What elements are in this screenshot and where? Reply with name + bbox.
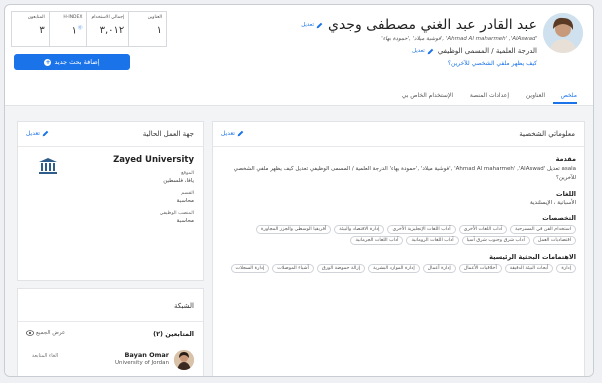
tab-my-usage[interactable]: الإستخدام الخاص بي [402, 92, 453, 99]
department-field: القسم محاسبة [27, 191, 194, 204]
name-row: عبد القادر عبد الغني مصطفى وجدي تعديل [301, 17, 537, 33]
card-title: الشبكة [173, 302, 194, 310]
degree-title: الدرجة العلمية / المسمى الوظيفي [437, 47, 537, 55]
interest-chip[interactable]: إدارة الموارد البشرية [368, 264, 420, 273]
specializations-title: التخصصات [542, 214, 576, 222]
eye-icon [26, 330, 34, 336]
followers-label: المتابعين (٢) [153, 330, 194, 338]
edit-workplace-link[interactable]: تعديل [26, 130, 49, 137]
intro-title: مقدمة [555, 155, 576, 163]
stat-h-index: H-INDEX ⓪١ [48, 12, 87, 46]
stat-followers: المتابعون ٣ [12, 12, 49, 46]
network-body: المتابعين (٢) عرض الجميع Bayan Omar Univ… [18, 322, 203, 376]
tab-bar: ملخص العناوين إعدادات المنصة الإستخدام ا… [5, 89, 593, 106]
edit-name-label: تعديل [301, 22, 314, 28]
specialization-chip[interactable]: استخدام الفن في المسرحية [510, 225, 576, 234]
member-avatar[interactable] [174, 350, 194, 370]
profile-header: عبد القادر عبد الغني مصطفى وجدي تعديل 'A… [5, 5, 593, 89]
unfollow-button[interactable]: الغاء المتابعة [32, 353, 58, 359]
position-value: محاسبة [176, 218, 194, 224]
edit-label: تعديل [221, 130, 235, 137]
languages-value: الأسبانية ، الإيسلندية [530, 200, 576, 206]
card-header: جهة العمل الحالية تعديل [18, 122, 203, 147]
institution-icon [39, 158, 57, 174]
position-field: المنصب الوظيفي محاسبة [27, 211, 194, 224]
specialization-chip[interactable]: إدارة الاقتصاد والبيئة [334, 225, 385, 234]
workplace-card: جهة العمل الحالية تعديل Zayed University… [17, 121, 204, 281]
stat-value: ٣ [39, 25, 45, 36]
department-label: القسم [181, 191, 194, 196]
tab-titles[interactable]: العناوين [526, 92, 545, 99]
edit-personal-info-link[interactable]: تعديل [221, 130, 244, 137]
stat-label: H-INDEX [63, 15, 83, 20]
stat-label: العناوين [147, 15, 162, 20]
edit-degree-link[interactable]: تعديل [412, 48, 434, 55]
view-all-link[interactable]: عرض الجميع [26, 330, 65, 336]
specialization-chip[interactable]: آداب اللغات الأخرى [458, 225, 508, 234]
interest-chip[interactable]: أشياء الموصلات [272, 264, 314, 273]
pencil-icon [42, 130, 49, 137]
position-label: المنصب الوظيفي [159, 211, 194, 216]
specialization-chip[interactable]: آداب اللغات الرومانية [406, 236, 459, 245]
card-title: جهة العمل الحالية [142, 130, 194, 138]
member-name[interactable]: Bayan Omar [115, 351, 169, 359]
stat-value: ١ [156, 25, 162, 36]
degree-row: الدرجة العلمية / المسمى الوظيفي تعديل [412, 47, 537, 55]
intro-text: asala تعديل 'Ahmad Al maharmeh' ,'AlAswa… [233, 166, 576, 181]
view-all-label: عرض الجميع [36, 330, 66, 336]
add-research-label: إضافة بحث جديد [54, 58, 100, 66]
specialization-chip[interactable]: اقتصاديات العمل [532, 236, 576, 245]
card-title: معلوماتي الشخصية [519, 130, 575, 138]
stat-number: ١ [71, 25, 77, 37]
active-tab-indicator [553, 102, 577, 104]
interests-title: الاهتمامات البحثية الرئيسية [489, 253, 576, 261]
interests-list: إدارة أبحاث البيئة الدقيقة أخلاقيات الأع… [221, 264, 576, 273]
location-value: يافا، فلسطين [163, 178, 194, 184]
network-card: الشبكة المتابعين (٢) عرض الجميع Bayan Om… [17, 288, 204, 376]
stat-titles: العناوين ١ [128, 12, 166, 46]
edit-name-link[interactable]: تعديل [301, 22, 323, 29]
tab-summary[interactable]: ملخص [561, 92, 577, 99]
specialization-chip[interactable]: أفريقيا الوسطى والجزر المجاورة [256, 225, 332, 234]
interest-chip[interactable]: أخلاقيات الأعمال [458, 264, 502, 273]
department-value: محاسبة [176, 198, 194, 204]
specialization-chip[interactable]: آداب شرق وجنوب شرق آسيا [461, 236, 530, 245]
avatar[interactable] [543, 13, 583, 53]
pencil-icon [237, 130, 244, 137]
interest-chip[interactable]: أبحاث البيئة الدقيقة [504, 264, 554, 273]
specializations-list: استخدام الفن في المسرحية آداب اللغات الأ… [221, 225, 576, 245]
plus-icon: + [44, 58, 52, 66]
stat-value: ٣,٠١٢ [99, 25, 125, 36]
tab-platform-settings[interactable]: إعدادات المنصة [470, 92, 509, 99]
card-header: معلوماتي الشخصية تعديل [213, 122, 584, 147]
card-header: الشبكة [18, 289, 203, 322]
interest-chip[interactable]: إزالة حموضة الورق [316, 264, 366, 273]
edit-label: تعديل [26, 130, 40, 137]
stat-label: المتابعون [27, 15, 45, 20]
stat-label: إجمالي الاستخدام [91, 15, 125, 20]
info-icon[interactable]: ⓪ [78, 26, 83, 31]
specialization-chip[interactable]: آداب اللغات الجرمانية [350, 236, 404, 245]
member-info: Bayan Omar University of Jordan [115, 351, 169, 366]
interest-chip[interactable]: إدارة [556, 264, 576, 273]
edit-degree-label: تعديل [412, 48, 425, 54]
stat-value: ⓪١ [54, 25, 83, 36]
interest-chip[interactable]: إدارة السجلات [230, 264, 270, 273]
workplace-body: Zayed University الموقع يافا، فلسطين الق… [18, 147, 203, 224]
alternate-names: 'Ahmad Al maharmeh' ,'AlAswad' ,'فوشية م… [381, 36, 537, 42]
add-research-button[interactable]: إضافة بحث جديد + [14, 54, 130, 70]
pencil-icon [427, 48, 434, 54]
public-profile-link[interactable]: كيف يظهر ملفي الشخصي للآخرين؟ [448, 60, 537, 67]
specialization-chip[interactable]: آداب اللغات الإنجليزية الأخرى [387, 225, 456, 234]
app-window: عبد القادر عبد الغني مصطفى وجدي تعديل 'A… [4, 4, 594, 377]
member-affiliation: University of Jordan [114, 360, 169, 366]
interest-chip[interactable]: إدارة أعمال [422, 264, 456, 273]
languages-title: اللغات [556, 190, 576, 198]
pencil-icon [316, 22, 323, 28]
stats-panel: العناوين ١ إجمالي الاستخدام ٣,٠١٢ H-INDE… [11, 11, 167, 47]
stat-total-usage: إجمالي الاستخدام ٣,٠١٢ [86, 12, 128, 46]
personal-info-card: معلوماتي الشخصية تعديل مقدمة asala تعديل… [212, 121, 585, 376]
personal-info-body: مقدمة asala تعديل 'Ahmad Al maharmeh' ,'… [213, 147, 584, 273]
profile-name: عبد القادر عبد الغني مصطفى وجدي [327, 17, 537, 33]
